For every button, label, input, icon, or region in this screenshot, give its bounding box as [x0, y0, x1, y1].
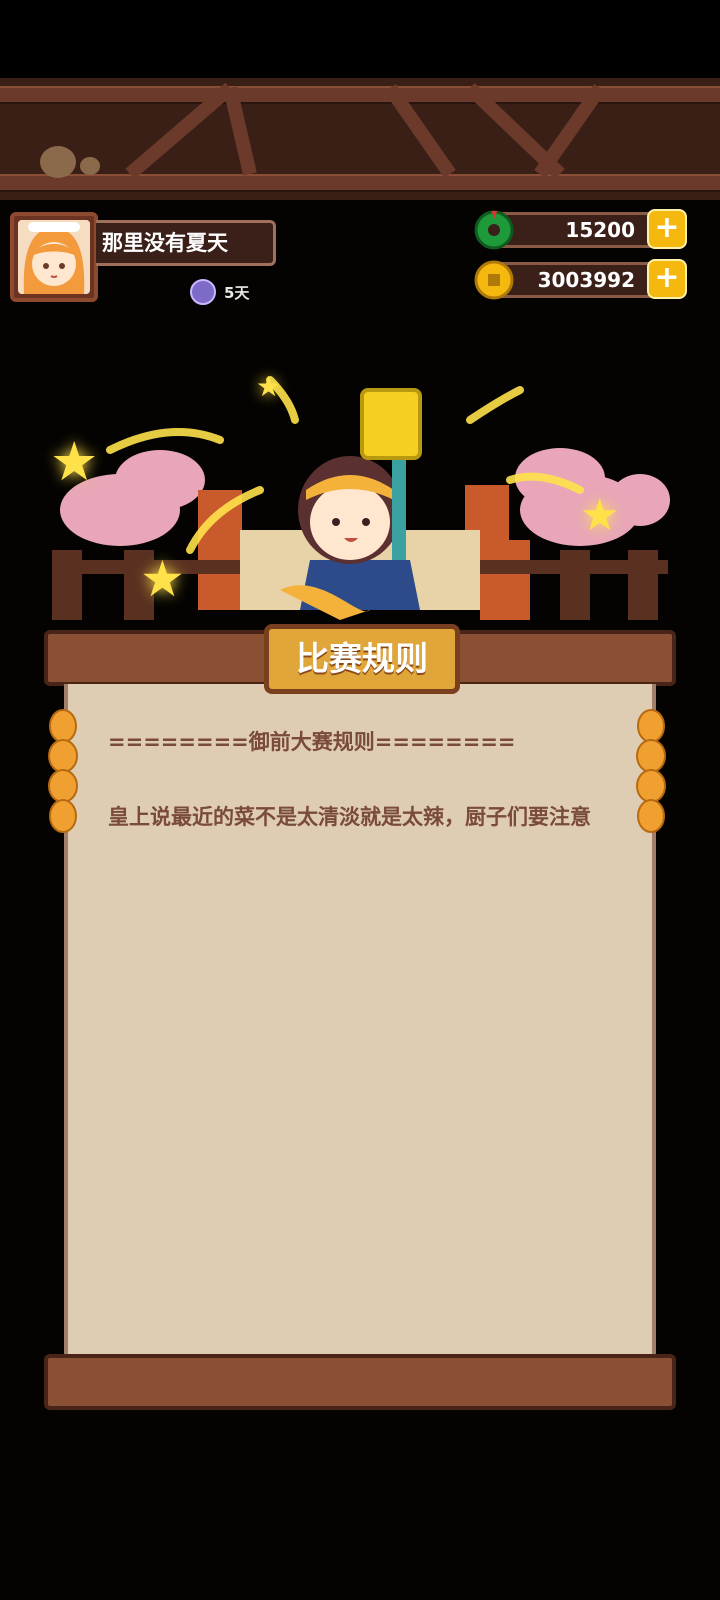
day-badge-icon: [190, 279, 216, 305]
roof-truss: [40, 82, 606, 180]
roof-beams: [0, 78, 720, 200]
scroll-rod-bottom: [44, 1354, 676, 1410]
days-counter: 5天: [190, 278, 249, 306]
player-name: 那里没有夏天: [96, 220, 276, 266]
rules-paper: ========御前大赛规则======== 皇上说最近的菜不是太清淡就是太辣，…: [64, 684, 656, 1354]
days-label: 5天: [224, 283, 250, 302]
star-icon: ★: [580, 490, 620, 541]
rule-body: 皇上说最近的菜不是太清淡就是太辣，厨子们要注意: [108, 805, 591, 829]
corn-icon: [48, 709, 78, 833]
jade-icon: [474, 210, 514, 250]
add-jade-button[interactable]: +: [647, 209, 687, 249]
rule-heading: ========御前大赛规则========: [108, 730, 516, 754]
plus-icon: +: [654, 260, 680, 295]
coin-amount: 3003992: [537, 268, 635, 292]
panel-title: 比赛规则: [264, 624, 460, 694]
avatar[interactable]: [10, 212, 98, 302]
corn-icon: [636, 709, 666, 833]
coin-counter: 3003992 +: [474, 259, 687, 300]
star-icon: ★: [256, 370, 282, 403]
jade-amount: 15200: [565, 218, 635, 242]
add-coins-button[interactable]: +: [647, 259, 687, 299]
star-icon: ★: [50, 430, 99, 493]
star-icon: ★: [140, 550, 185, 608]
chef-scene: ★ ★ ★ ★: [40, 360, 680, 640]
plus-icon: +: [654, 210, 680, 245]
girl-avatar-icon: [18, 220, 90, 294]
jade-counter: 15200 +: [474, 209, 687, 250]
avatar-face: [18, 220, 90, 294]
coin-icon: [474, 260, 514, 300]
